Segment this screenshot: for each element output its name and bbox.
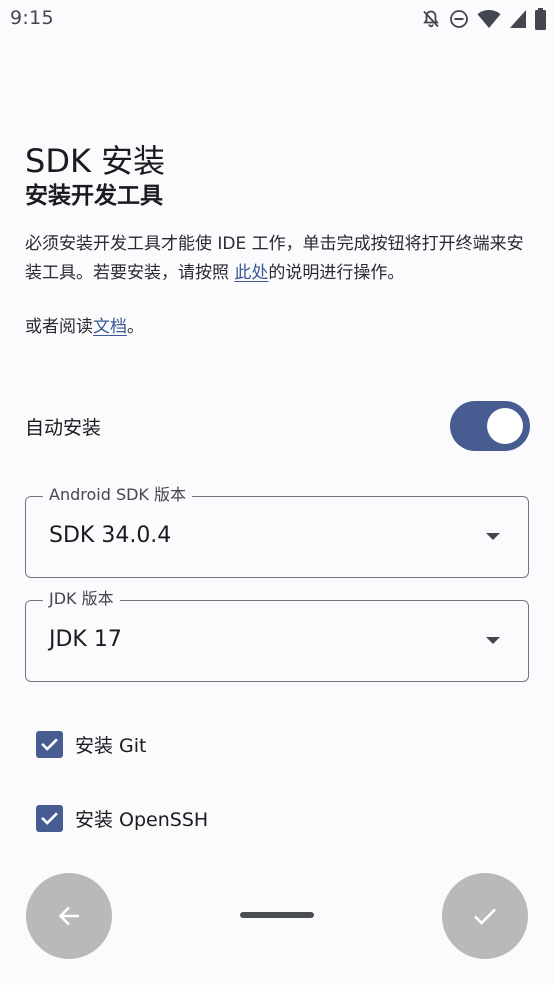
- install-git-checkbox[interactable]: [36, 730, 63, 758]
- jdk-version-value: JDK 17: [49, 627, 122, 652]
- page-subtitle: 安装开发工具: [25, 183, 163, 209]
- description: 必须安装开发工具才能使 IDE 工作，单击完成按钮将打开终端来安装工具。若要安装…: [25, 230, 530, 288]
- arrow-back-icon: [58, 906, 79, 926]
- status-bar: 9:15: [0, 0, 554, 38]
- install-openssh-label: 安装 OpenSSH: [75, 808, 209, 831]
- cellular-signal-icon: [510, 10, 526, 28]
- check-icon: [474, 908, 496, 925]
- install-openssh-option[interactable]: 安装 OpenSSH: [36, 803, 208, 833]
- jdk-version-select[interactable]: JDK 版本 JDK 17: [25, 589, 529, 682]
- install-git-option[interactable]: 安装 Git: [36, 729, 147, 759]
- android-sdk-version-value: SDK 34.0.4: [49, 523, 172, 548]
- dropdown-arrow-icon: [486, 637, 500, 644]
- battery-icon: [535, 8, 546, 30]
- docs-link[interactable]: 文档: [93, 317, 127, 337]
- dropdown-arrow-icon: [486, 533, 500, 540]
- wifi-icon: [477, 10, 501, 28]
- notifications-off-icon: [423, 10, 439, 28]
- check-icon: [41, 811, 58, 825]
- status-icons: [421, 8, 546, 30]
- docs-prefix: 或者阅读: [25, 317, 93, 337]
- description-text-end: 的说明进行操作。: [268, 263, 405, 283]
- android-sdk-version-select[interactable]: Android SDK 版本 SDK 34.0.4: [25, 485, 529, 578]
- instructions-link[interactable]: 此处: [234, 263, 268, 283]
- check-icon: [41, 737, 58, 751]
- auto-install-toggle[interactable]: [450, 401, 530, 451]
- docs-suffix: 。: [127, 317, 144, 337]
- do-not-disturb-icon: [450, 10, 468, 28]
- docs-line: 或者阅读文档。: [25, 313, 144, 342]
- jdk-version-label: JDK 版本: [43, 589, 120, 609]
- toggle-thumb: [487, 408, 523, 444]
- navigation-handle[interactable]: [240, 912, 314, 918]
- done-button[interactable]: [442, 873, 528, 959]
- install-openssh-checkbox[interactable]: [36, 804, 63, 832]
- back-button[interactable]: [26, 873, 112, 959]
- install-git-label: 安装 Git: [75, 734, 147, 757]
- auto-install-label: 自动安装: [25, 417, 102, 439]
- android-sdk-version-label: Android SDK 版本: [43, 485, 193, 505]
- status-time: 9:15: [10, 7, 54, 29]
- auto-install-row: 自动安装: [25, 400, 530, 452]
